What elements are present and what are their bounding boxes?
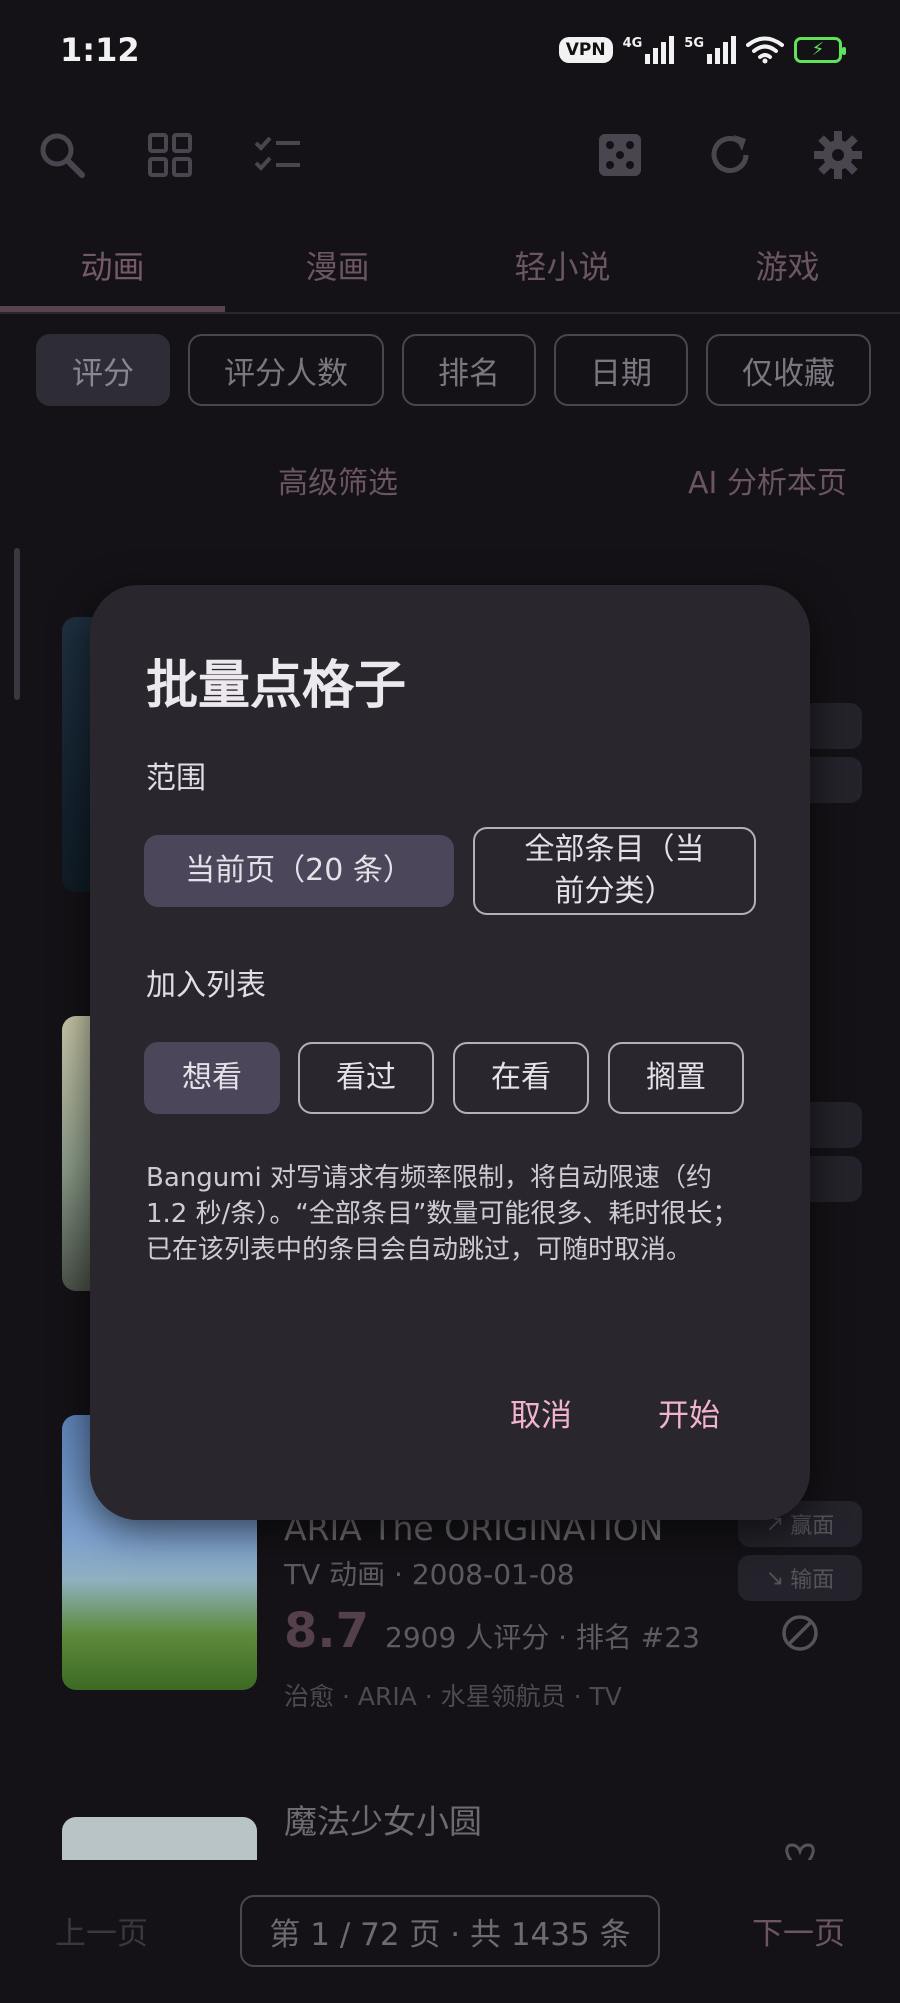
scope-label: 范围	[146, 761, 206, 796]
rate-limit-note: Bangumi 对写请求有频率限制，将自动限速（约 1.2 秒/条）。“全部条目…	[146, 1163, 739, 1265]
scope-all-line1: 全部条目（当	[524, 832, 705, 867]
cancel-button[interactable]: 取消	[510, 1390, 572, 1435]
list-option-on-hold[interactable]: 搁置	[608, 1042, 744, 1114]
start-button[interactable]: 开始	[658, 1390, 720, 1435]
batch-mark-dialog: 批量点格子 范围 当前页（20 条） 全部条目（当 前分类） 加入列表 想看 看…	[90, 585, 810, 1520]
scope-all-items-option[interactable]: 全部条目（当 前分类）	[473, 827, 756, 915]
dialog-title: 批量点格子	[146, 656, 407, 716]
list-option-watched[interactable]: 看过	[298, 1042, 434, 1114]
scope-current-page-option[interactable]: 当前页（20 条）	[144, 835, 454, 907]
list-label: 加入列表	[146, 968, 266, 1003]
list-option-wish[interactable]: 想看	[144, 1042, 280, 1114]
scope-all-line2: 前分类）	[554, 874, 675, 909]
list-option-watching[interactable]: 在看	[453, 1042, 589, 1114]
